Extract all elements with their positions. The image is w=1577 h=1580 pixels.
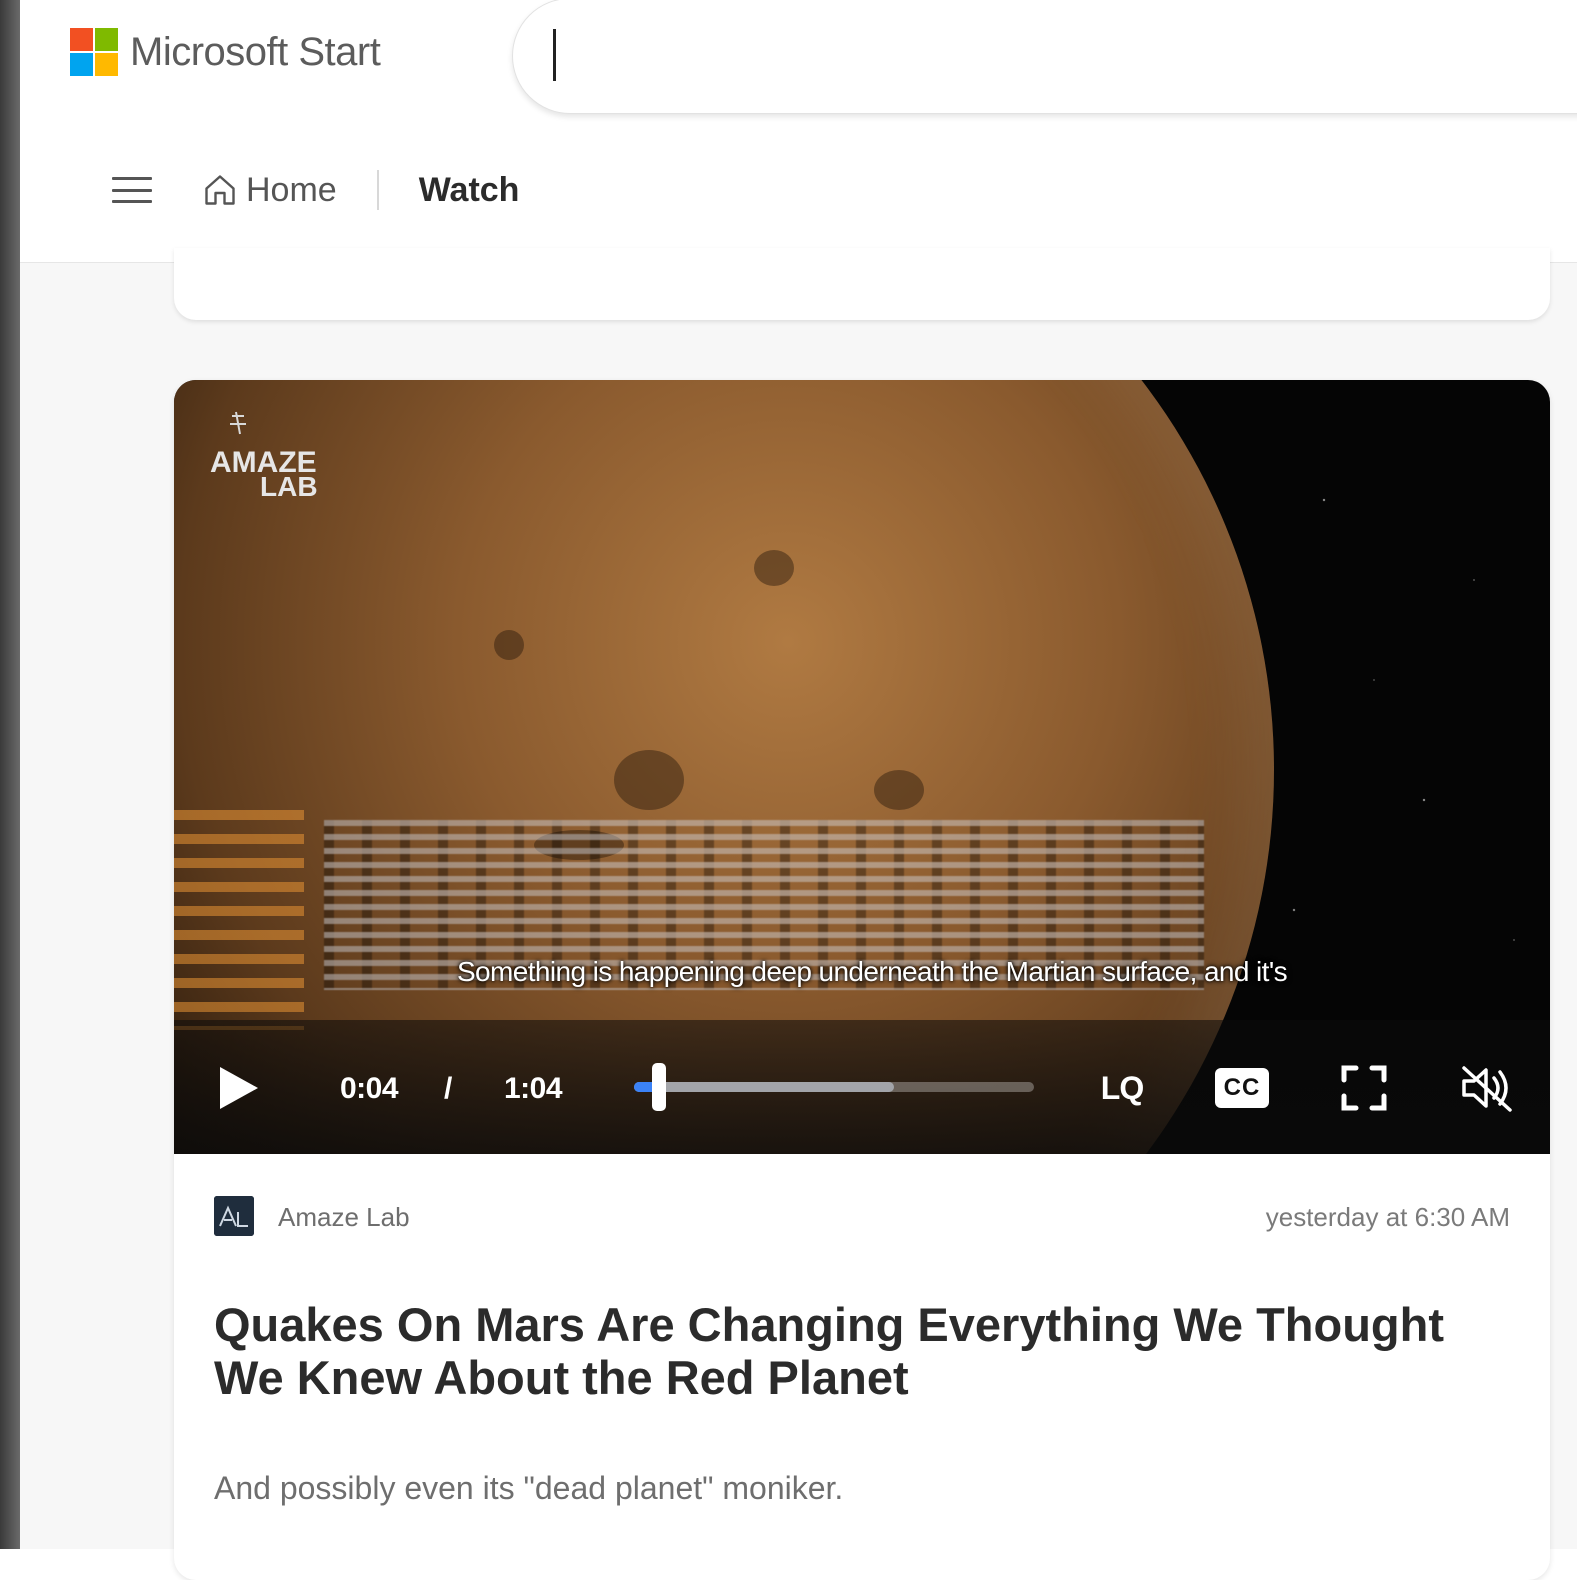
text-caret [553,29,556,81]
fullscreen-icon[interactable] [1340,1064,1388,1112]
muted-speaker-icon[interactable] [1460,1064,1514,1112]
nav-home-label: Home [246,170,337,209]
article-abstract: And possibly even its "dead planet" moni… [214,1470,844,1506]
amaze-lab-watermark: AMAZE LAB [210,411,318,500]
video-caption: Something is happening deep underneath t… [456,956,1288,987]
logo-square-blue [70,53,93,76]
publish-timestamp: yesterday at 6:30 AM [1265,1202,1510,1232]
play-icon[interactable] [216,1064,260,1112]
microsoft-start-logo[interactable]: Microsoft Start [70,28,381,76]
article-meta: Amaze Lab yesterday at 6:30 AM [214,1196,1510,1236]
captions-button[interactable]: CC [1214,1064,1270,1112]
seek-handle[interactable] [652,1063,666,1111]
time-separator: / [444,1072,452,1105]
seek-bar[interactable] [634,1063,1034,1111]
current-time: 0:04 [340,1072,399,1105]
source-logo-icon[interactable] [214,1196,254,1236]
buffered-bar [634,1082,894,1092]
search-box[interactable] [512,0,1577,114]
window-frame-edge [0,0,20,1549]
page: Microsoft Start Home Watch AMAZE LAB Som… [20,0,1577,1580]
home-icon [205,175,235,205]
cc-icon: CC [1215,1068,1269,1108]
video-player[interactable]: AMAZE LAB Something is happening deep un… [174,380,1550,1154]
nav-home-link[interactable]: Home [202,171,337,210]
duration: 1:04 [504,1072,563,1105]
source-name[interactable]: Amaze Lab [278,1202,410,1233]
logo-square-red [70,28,93,51]
watermark-line2: LAB [260,471,318,500]
video-glitch-artifact [174,810,304,1030]
main-nav: Home Watch [112,160,519,220]
previous-card [174,248,1550,320]
microsoft-logo-icon [70,28,118,76]
video-controls-bar: 0:04 / 1:04 LQ CC [174,1020,1550,1154]
nav-watch-link[interactable]: Watch [419,171,520,210]
hamburger-menu-icon[interactable] [112,177,152,203]
video-card: AMAZE LAB Something is happening deep un… [174,380,1550,1580]
logo-square-green [95,28,118,51]
amaze-lab-avatar-icon [214,1196,254,1236]
search-input[interactable] [551,27,1455,85]
article-title[interactable]: Quakes On Mars Are Changing Everything W… [214,1298,1514,1404]
top-header: Microsoft Start Home Watch [20,0,1577,263]
quality-button[interactable]: LQ [1094,1064,1150,1112]
nav-divider [376,170,379,210]
logo-square-yellow [95,53,118,76]
brand-name: Microsoft Start [130,29,381,74]
